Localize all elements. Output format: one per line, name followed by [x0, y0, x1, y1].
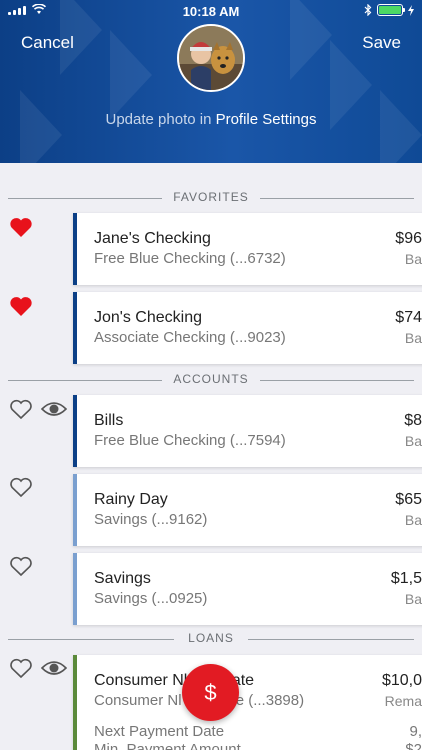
heart-filled-icon[interactable]	[9, 295, 33, 317]
account-balance-label: Ba	[404, 591, 422, 607]
eye-icon[interactable]	[41, 399, 67, 419]
account-balance-label: Ba	[404, 433, 422, 449]
update-photo-text: Update photo in Profile Settings	[0, 111, 422, 128]
account-color-bar	[73, 553, 77, 625]
account-color-bar	[73, 292, 77, 364]
account-subtitle: Free Blue Checking (...6732)	[94, 250, 286, 267]
status-bar: 10:18 AM	[0, 0, 422, 22]
section-divider-accounts: ACCOUNTS	[8, 372, 414, 386]
heart-outline-icon[interactable]	[9, 657, 33, 679]
account-card-janes-checking[interactable]: Jane's Checking Free Blue Checking (...6…	[73, 213, 422, 285]
account-balance-label: Rema	[384, 693, 422, 709]
heart-filled-icon[interactable]	[9, 216, 33, 238]
account-card-consumer-loan[interactable]: Consumer Nl al Estate Consumer Nl al Est…	[73, 655, 422, 750]
account-balance: $8	[404, 412, 422, 429]
account-subtitle: Savings (...9162)	[94, 511, 208, 528]
account-balance: $1,5	[390, 570, 422, 587]
account-card-rainy-day[interactable]: Rainy Day Savings (...9162) $65 Ba	[73, 474, 422, 546]
profile-photo-image	[179, 26, 243, 90]
heart-outline-icon[interactable]	[9, 398, 33, 420]
account-subtitle: Associate Checking (...9023)	[94, 329, 286, 346]
next-payment-date-label: Next Payment Date	[94, 723, 225, 740]
account-color-bar	[73, 395, 77, 467]
section-label-loans: LOANS	[188, 631, 234, 645]
status-right	[364, 4, 414, 16]
account-balance: $74	[395, 309, 422, 326]
next-payment-date-value: 9,	[409, 723, 422, 740]
section-divider-loans: LOANS	[8, 631, 414, 645]
account-color-bar	[73, 655, 77, 750]
transfer-money-button[interactable]: $	[182, 664, 239, 721]
section-label-accounts: ACCOUNTS	[173, 372, 249, 386]
account-balance-label: Ba	[404, 251, 422, 267]
account-card-savings[interactable]: Savings Savings (...0925) $1,5 Ba	[73, 553, 422, 625]
section-label-favorites: FAVORITES	[173, 190, 249, 204]
account-card-jons-checking[interactable]: Jon's Checking Associate Checking (...90…	[73, 292, 422, 364]
account-balance-label: Ba	[404, 512, 422, 528]
account-color-bar	[73, 474, 77, 546]
cancel-button[interactable]: Cancel	[21, 33, 74, 53]
heart-outline-icon[interactable]	[9, 476, 33, 498]
account-subtitle: Savings (...0925)	[94, 590, 208, 607]
account-name: Rainy Day	[94, 491, 168, 508]
account-balance: $96	[395, 230, 422, 247]
status-time: 10:18 AM	[182, 4, 240, 19]
account-subtitle: Free Blue Checking (...7594)	[94, 432, 286, 449]
charging-bolt-icon	[408, 4, 414, 16]
min-payment-amount-value: $2	[405, 741, 422, 750]
account-balance-label: Ba	[404, 330, 422, 346]
save-button[interactable]: Save	[362, 33, 401, 53]
account-balance: $65	[395, 491, 422, 508]
profile-settings-link[interactable]: Profile Settings	[216, 111, 317, 128]
battery-icon	[377, 4, 405, 16]
account-name: Jane's Checking	[94, 230, 211, 247]
avatar[interactable]	[177, 24, 245, 92]
profile-header: 10:18 AM Cancel Save Update photo in Pro…	[0, 0, 422, 163]
account-name: Savings	[94, 570, 151, 587]
decor-chevron	[110, 30, 152, 120]
account-name: Jon's Checking	[94, 309, 202, 326]
bluetooth-icon	[364, 4, 372, 16]
account-balance: $10,0	[381, 672, 422, 689]
eye-icon[interactable]	[41, 658, 67, 678]
min-payment-amount-label: Min. Payment Amount	[94, 741, 241, 750]
update-photo-prefix: Update photo in	[105, 111, 212, 128]
account-card-bills[interactable]: Bills Free Blue Checking (...7594) $8 Ba	[73, 395, 422, 467]
account-name: Bills	[94, 412, 124, 429]
heart-outline-icon[interactable]	[9, 555, 33, 577]
account-color-bar	[73, 213, 77, 285]
section-divider-favorites: FAVORITES	[8, 190, 414, 204]
